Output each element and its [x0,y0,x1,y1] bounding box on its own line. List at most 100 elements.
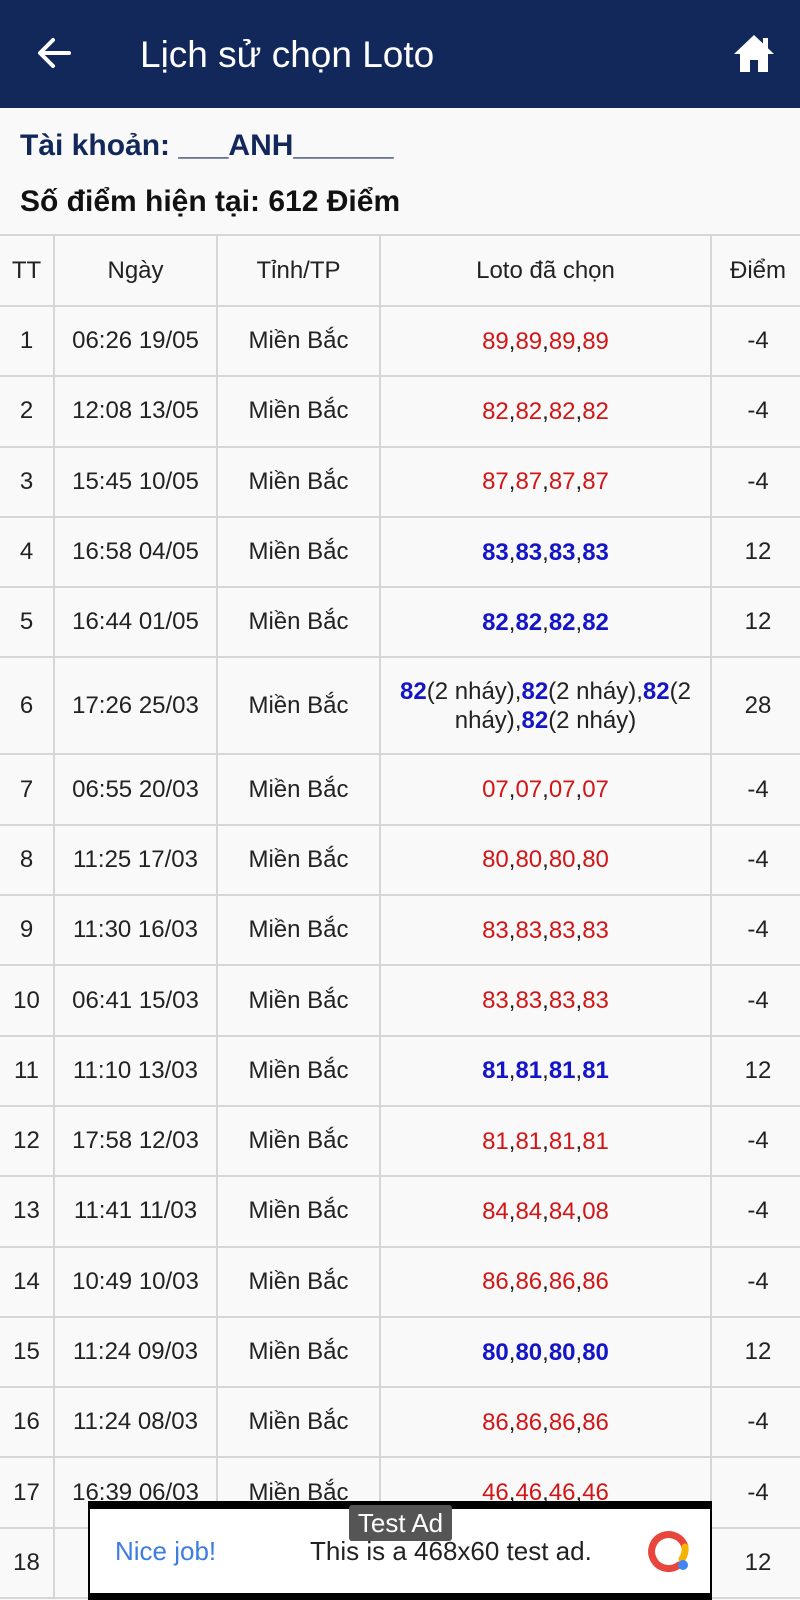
cell-loto: 80,80,80,80 [379,1315,712,1389]
col-header-date: Ngày [53,234,218,307]
table-row: 10 06:41 15/03 Miền Bắc 83,83,83,83 -4 [0,964,800,1037]
home-icon [734,35,774,72]
table-row: 3 15:45 10/05 Miền Bắc 87,87,87,87 -4 [0,445,800,518]
loto-number: 81 [548,1127,576,1155]
loto-number: 86 [548,1268,576,1296]
loto-number: 89 [548,327,576,355]
cell-loto: 83,83,83,83 [379,894,712,967]
loto-number: 82 [548,608,576,636]
loto-number: 87 [582,468,609,496]
cell-date: 11:24 08/03 [53,1386,218,1459]
home-button[interactable] [732,32,776,76]
loto-number: 87 [482,468,509,496]
loto-number: 82 [400,677,427,705]
cell-province: Miền Bắc [216,656,381,756]
table-row: 5 16:44 01/05 Miền Bắc 82,82,82,82 12 [0,586,800,659]
loto-number: 82 [482,397,509,425]
loto-number: 81 [482,1127,509,1155]
cell-date: 11:25 17/03 [53,823,218,897]
cell-date: 11:10 13/03 [53,1034,218,1107]
loto-number: 82 [548,397,576,425]
cell-province: Miền Bắc [216,1386,381,1459]
cell-score: -4 [710,894,800,967]
cell-tt: 7 [0,753,55,826]
loto-number: 81 [582,1057,609,1085]
cell-loto: 81,81,81,81 [379,1104,712,1178]
loto-number: 81 [482,1057,509,1085]
loto-number: 80 [482,846,509,874]
cell-tt: 6 [0,656,55,756]
loto-number: 80 [548,846,576,874]
loto-number: 07 [582,776,609,804]
loto-number: 89 [515,327,543,355]
history-table: TT Ngày Tỉnh/TP Loto đã chọn Điểm 1 06:26… [0,234,800,1600]
table-header-row: TT Ngày Tỉnh/TP Loto đã chọn Điểm [0,234,800,307]
cell-tt: 17 [0,1456,55,1529]
cell-province: Miền Bắc [216,964,381,1037]
cell-loto: 82(2 nháy),82(2 nháy),82(2 nháy),82(2 nh… [379,656,712,756]
loto-number: 83 [515,538,543,566]
table-row: 13 11:41 11/03 Miền Bắc 84,84,84,08 -4 [0,1175,800,1248]
loto-number: 07 [515,776,543,804]
cell-loto: 81,81,81,81 [379,1034,712,1107]
ad-logo-icon [648,1531,689,1572]
cell-score: -4 [710,1456,800,1529]
loto-number: 81 [548,1057,576,1085]
cell-province: Miền Bắc [216,586,381,659]
table-row: 15 11:24 09/03 Miền Bắc 80,80,80,80 12 [0,1315,800,1389]
cell-province: Miền Bắc [216,304,381,378]
loto-number: 86 [515,1268,543,1296]
loto-number: 83 [548,916,576,944]
cell-loto: 86,86,86,86 [379,1245,712,1318]
loto-number: 80 [582,846,609,874]
cell-date: 10:49 10/03 [53,1245,218,1318]
table-row: 9 11:30 16/03 Miền Bắc 83,83,83,83 -4 [0,894,800,967]
page-title: Lịch sử chọn Loto [140,34,435,75]
cell-loto: 07,07,07,07 [379,753,712,826]
cell-province: Miền Bắc [216,515,381,589]
cell-loto: 80,80,80,80 [379,823,712,897]
cell-loto: 82,82,82,82 [379,586,712,659]
cell-tt: 14 [0,1245,55,1318]
col-header-loto: Loto đã chọn [379,234,712,307]
loto-number: 87 [515,468,543,496]
loto-number: 83 [582,538,609,566]
cell-tt: 18 [0,1526,55,1600]
cell-loto: 89,89,89,89 [379,304,712,378]
loto-number: 82 [582,397,609,425]
cell-tt: 2 [0,375,55,448]
cell-tt: 1 [0,304,55,378]
cell-score: -4 [710,753,800,826]
cell-date: 15:45 10/05 [53,445,218,518]
loto-number: 89 [582,327,609,355]
cell-tt: 15 [0,1315,55,1389]
loto-suffix: (2 nháy) [548,706,637,734]
loto-number: 86 [582,1408,609,1436]
cell-score: -4 [710,445,800,518]
cell-tt: 10 [0,964,55,1037]
back-button[interactable] [34,30,74,76]
cell-tt: 12 [0,1104,55,1178]
cell-date: 12:08 13/05 [53,375,218,448]
cell-score: 12 [710,586,800,659]
cell-province: Miền Bắc [216,445,381,518]
cell-date: 16:58 04/05 [53,515,218,589]
cell-score: 12 [710,1034,800,1107]
cell-score: -4 [710,823,800,897]
cell-loto: 83,83,83,83 [379,515,712,589]
cell-loto: 82,82,82,82 [379,375,712,448]
cell-tt: 9 [0,894,55,967]
cell-province: Miền Bắc [216,823,381,897]
table-row: 7 06:55 20/03 Miền Bắc 07,07,07,07 -4 [0,753,800,826]
cell-province: Miền Bắc [216,1175,381,1248]
loto-number: 81 [515,1057,543,1085]
cell-date: 06:41 15/03 [53,964,218,1037]
loto-number: 83 [515,916,543,944]
cell-province: Miền Bắc [216,1315,381,1389]
loto-number: 82 [582,608,609,636]
loto-number: 81 [515,1127,543,1155]
loto-suffix: (2 nháy) [426,677,515,705]
loto-number: 84 [548,1197,576,1225]
table-row: 6 17:26 25/03 Miền Bắc 82(2 nháy),82(2 nháy… [0,656,800,756]
loto-number: 80 [548,1338,576,1366]
